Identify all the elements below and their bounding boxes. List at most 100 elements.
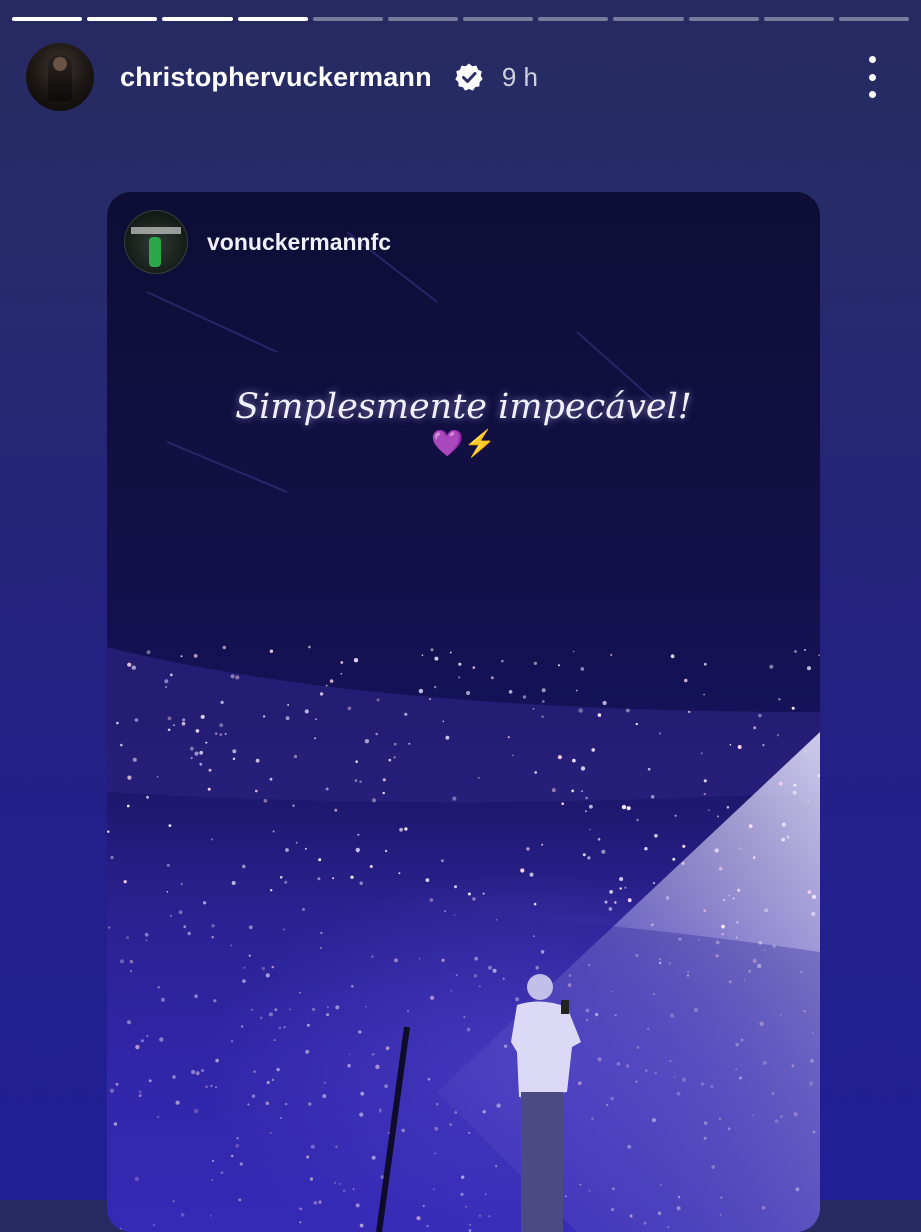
crowd-light [334, 808, 338, 812]
crowd-light [199, 750, 204, 755]
crowd-light [207, 787, 211, 791]
crowd-light [597, 838, 601, 841]
crowd-light [131, 665, 136, 670]
crowd-light [232, 757, 236, 760]
crowd-light [608, 907, 613, 911]
crowd-light [441, 859, 444, 863]
crowd-light [472, 897, 476, 901]
crowd-light [369, 865, 373, 868]
crowd-light [551, 788, 556, 793]
crowd-light [166, 863, 170, 867]
crowd-light [167, 728, 171, 732]
crowd-light [126, 804, 130, 808]
crowd-light [340, 661, 344, 664]
crowd-light [325, 684, 328, 687]
crowd-light [811, 911, 816, 916]
crowd-light [753, 726, 757, 730]
crowd-light [430, 648, 434, 652]
crowd-light [458, 676, 461, 679]
crowd-light [181, 721, 186, 726]
crowd-light [242, 864, 246, 869]
crowd-light [195, 729, 200, 733]
crowd-light [688, 710, 691, 714]
crowd-light [384, 849, 388, 853]
avatar-head [53, 57, 67, 71]
crowd-light [507, 736, 510, 739]
crowd-light [319, 692, 324, 696]
story-progress-bar [12, 17, 910, 22]
shared-post-avatar[interactable] [124, 210, 188, 274]
shared-post-card[interactable]: vonuckermannfc Simplesmente impecável! 💜… [107, 192, 820, 1232]
crowd-light [684, 678, 688, 683]
crowd-light [580, 766, 586, 771]
crowd-light [314, 718, 317, 721]
shared-avatar-banner [131, 227, 181, 234]
crowd-light [404, 712, 408, 716]
crowd-light [576, 689, 578, 692]
crowd-light [359, 881, 363, 885]
shared-post-header[interactable]: vonuckermannfc [124, 210, 391, 274]
crowd-light [168, 824, 172, 827]
progress-segment [312, 17, 383, 21]
crowd-light [807, 800, 810, 803]
crowd-light [732, 897, 735, 900]
crowd-light [232, 749, 237, 754]
crowd-light [364, 739, 370, 744]
crowd-light [123, 880, 127, 884]
crowd-light [778, 698, 781, 701]
crowd-light [353, 658, 359, 663]
crowd-light [295, 841, 298, 844]
crowd-light [758, 713, 762, 718]
crowd-light [589, 828, 591, 831]
crowd-light [589, 804, 593, 809]
crowd-light [670, 654, 675, 659]
crowd-light [164, 679, 169, 684]
crowd-light [146, 795, 149, 799]
crowd-light [433, 685, 437, 689]
author-avatar[interactable] [26, 43, 94, 111]
crowd-light [752, 856, 756, 859]
more-options-button[interactable] [857, 56, 887, 98]
crowd-light [466, 691, 471, 695]
crowd-light [429, 898, 434, 902]
verified-badge-icon [455, 63, 483, 91]
crowd-light [444, 910, 446, 912]
author-username[interactable]: christophervuckermann [120, 62, 432, 93]
crowd-light [156, 775, 159, 778]
crowd-light [477, 776, 480, 779]
crowd-light [714, 848, 719, 853]
crowd-light [578, 708, 583, 713]
crowd-light [434, 656, 439, 661]
crowd-light [811, 894, 817, 900]
crowd-light [572, 650, 575, 653]
crowd-light [376, 698, 380, 702]
crowd-light [703, 779, 707, 783]
crowd-light [132, 757, 137, 762]
crowd-light [748, 824, 753, 829]
crowd-light [449, 651, 452, 654]
crowd-light [721, 924, 725, 929]
crowd-light [359, 780, 362, 783]
crowd-light [794, 650, 797, 653]
crowd-light [418, 688, 424, 694]
crowd-light [200, 714, 205, 719]
crowd-light [739, 847, 742, 850]
crowd-light [224, 732, 227, 735]
crowd-light [425, 878, 430, 882]
progress-segment [838, 17, 910, 21]
shared-post-username[interactable]: vonuckermannfc [207, 229, 391, 256]
crowd-light [647, 767, 651, 771]
crowd-light [792, 790, 797, 795]
crowd-light [134, 718, 139, 722]
crowd-light [120, 743, 123, 747]
crowd-light [263, 799, 268, 803]
crowd-light [231, 881, 236, 885]
crowd-light [557, 664, 560, 667]
crowd-light [190, 746, 194, 751]
caption-emojis: 💜⚡ [107, 428, 820, 459]
crowd-light [230, 674, 235, 679]
crowd-light [202, 901, 207, 905]
crowd-light [561, 802, 564, 805]
crowd-light [597, 713, 602, 717]
crowd-light [614, 901, 617, 904]
